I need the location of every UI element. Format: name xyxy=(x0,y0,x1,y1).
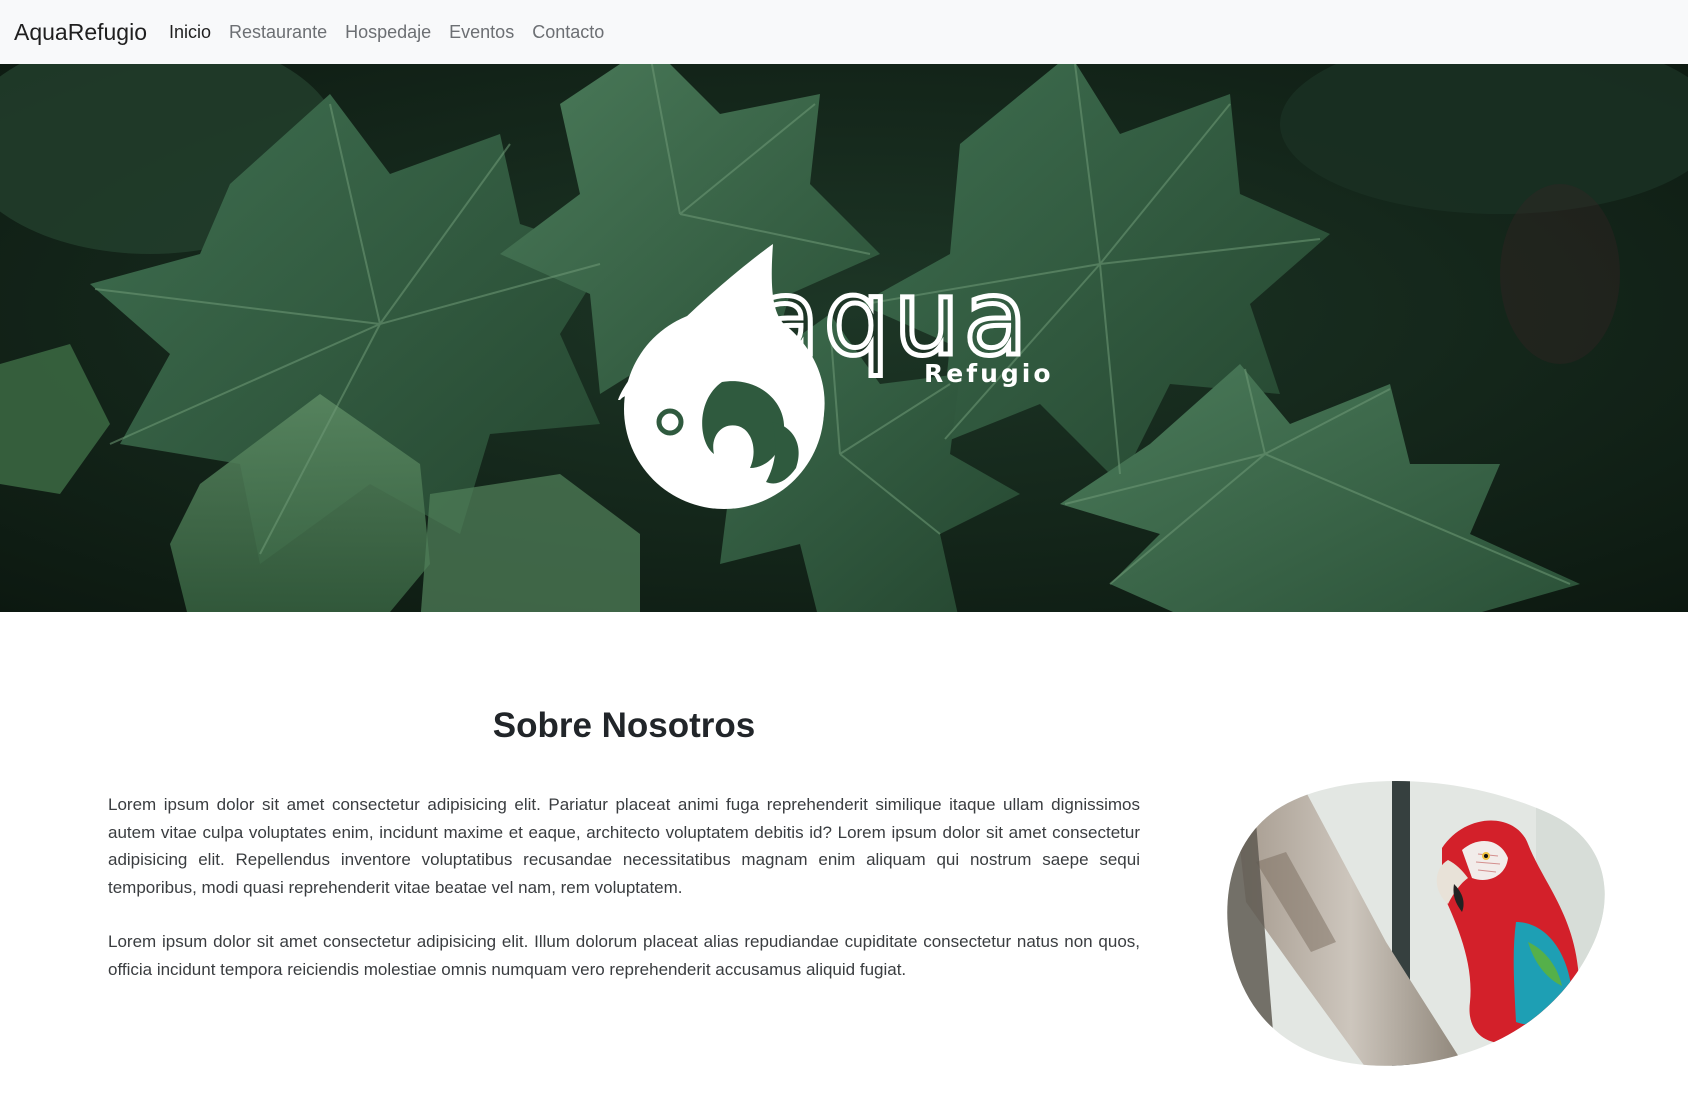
macaw-photo xyxy=(1227,780,1605,1066)
logo-subword: Refugio xyxy=(924,359,1054,388)
nav-link-eventos[interactable]: Eventos xyxy=(449,22,514,43)
nav-link-hospedaje[interactable]: Hospedaje xyxy=(345,22,431,43)
about-title: Sobre Nosotros xyxy=(492,706,756,745)
about-paragraph-1: Lorem ipsum dolor sit amet consectetur a… xyxy=(108,795,1140,897)
navbar: AquaRefugio Inicio Restaurante Hospedaje… xyxy=(0,0,1688,65)
aqua-refugio-logo: aqua Refugio xyxy=(618,244,1054,509)
nav-link-inicio[interactable]: Inicio xyxy=(169,22,211,43)
brand-link[interactable]: AquaRefugio xyxy=(14,19,147,46)
about-paragraph-2: Lorem ipsum dolor sit amet consectetur a… xyxy=(108,932,1140,979)
nav-link-contacto[interactable]: Contacto xyxy=(532,22,604,43)
nav-link-restaurante[interactable]: Restaurante xyxy=(229,22,327,43)
hero-banner: aqua Refugio xyxy=(0,64,1688,612)
